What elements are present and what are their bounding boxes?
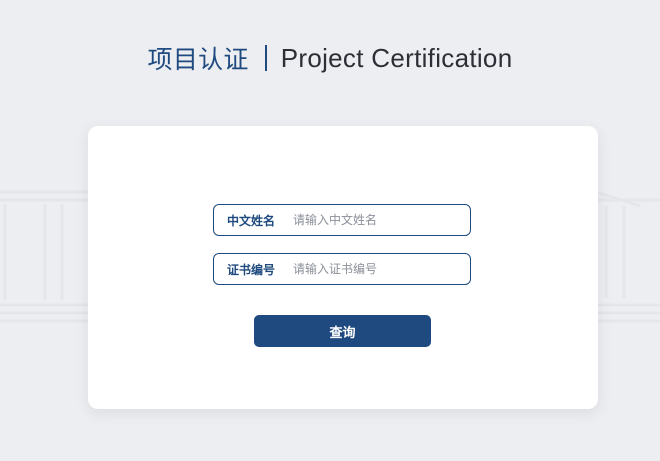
chinese-name-input[interactable] xyxy=(284,206,463,234)
page-header: 项目认证 Project Certification xyxy=(0,38,660,78)
title-separator xyxy=(264,45,267,71)
query-button[interactable]: 查询 xyxy=(254,315,431,347)
page-title-cn: 项目认证 xyxy=(147,45,249,74)
certificate-number-input[interactable] xyxy=(284,255,463,283)
chinese-name-field: 中文姓名 xyxy=(213,204,471,236)
chinese-name-label: 中文姓名 xyxy=(227,213,276,228)
certification-form-card: 中文姓名 证书编号 查询 xyxy=(88,126,598,409)
page-title-en: Project Certification xyxy=(280,42,513,73)
certificate-number-field: 证书编号 xyxy=(213,253,471,285)
certificate-number-label: 证书编号 xyxy=(227,262,276,277)
